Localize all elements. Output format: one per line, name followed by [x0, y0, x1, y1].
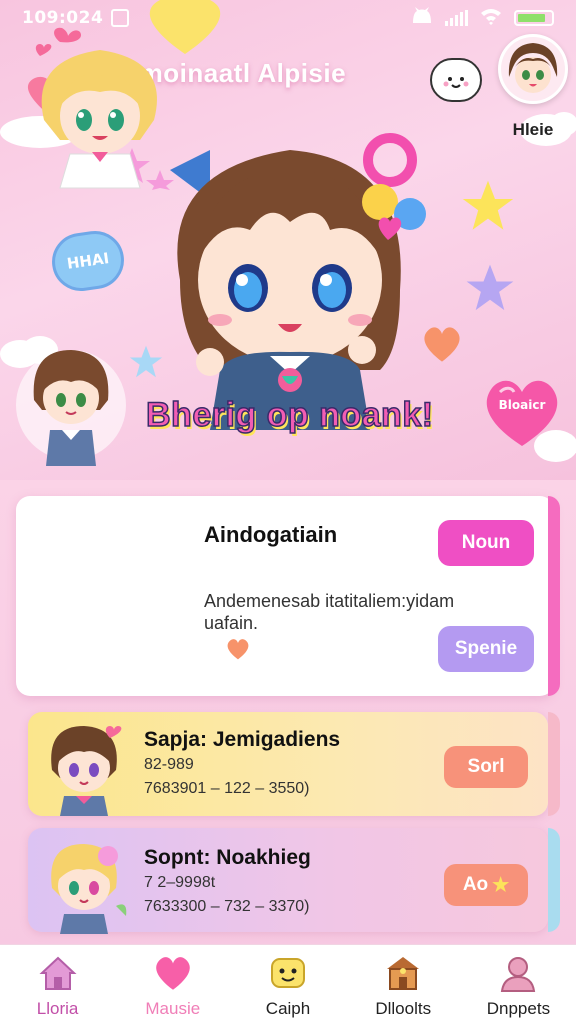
nav-item-chat[interactable]: Caiph	[230, 945, 345, 1024]
battery-icon	[514, 10, 554, 26]
list-item-title: Sapja: Jemigadiens	[144, 728, 341, 751]
nav-label: Caiph	[265, 999, 311, 1018]
profile-name: Hleie	[512, 120, 554, 139]
ao-button[interactable]: Ao ★	[444, 864, 528, 906]
hero-banner: Bherig op noank!	[145, 395, 434, 435]
list-item-subtitle: 82-989	[144, 756, 194, 773]
list-item-detail: 7633300 – 732 – 3370)	[144, 898, 310, 915]
nav-label: Dnppets	[486, 999, 551, 1018]
nav-item-home[interactable]: Lloria	[0, 945, 115, 1024]
nav-label: Dlloolts	[375, 999, 432, 1018]
home-icon	[36, 951, 80, 995]
heart-badge-label: Bloaicr	[498, 398, 546, 412]
list-item-avatar	[51, 844, 127, 934]
profile-icon	[496, 951, 540, 995]
side-character-avatar	[16, 350, 126, 466]
nav-item-profile[interactable]: Dnppets	[461, 945, 576, 1024]
wifi-icon	[480, 7, 502, 30]
star-icon: ★	[492, 874, 510, 896]
status-icons	[411, 6, 554, 30]
featured-card-accent	[548, 496, 560, 696]
featured-character-avatar	[35, 27, 174, 190]
list-item-subtitle: 7 2–9998t	[144, 874, 216, 891]
chat-face-icon	[266, 951, 310, 995]
list-item-accent	[548, 828, 560, 932]
featured-card-title: Aindogatiain	[204, 522, 338, 547]
list-item-avatar	[51, 726, 122, 816]
heart-icon	[227, 639, 249, 660]
nav-label: Lloria	[36, 999, 79, 1018]
nav-label: Mausie	[145, 999, 201, 1018]
sorl-button[interactable]: Sorl	[444, 746, 528, 788]
bottom-navigation: Lloria Mausie Caiph Dlloolts Dnppets	[0, 944, 576, 1024]
nav-item-shop[interactable]: Dlloolts	[346, 945, 461, 1024]
profile-avatar[interactable]	[498, 34, 568, 104]
spenie-button[interactable]: Spenie	[438, 626, 534, 672]
list-item-detail: 7683901 – 122 – 3550)	[144, 780, 310, 797]
ao-button-label: Ao	[462, 874, 489, 895]
cat-icon	[411, 6, 433, 30]
list-item-accent	[548, 712, 560, 816]
heart-icon	[151, 951, 195, 995]
nav-item-favorites[interactable]: Mausie	[115, 945, 230, 1024]
noun-button[interactable]: Noun	[438, 520, 534, 566]
list-item-title: Sopnt: Noakhieg	[144, 846, 311, 869]
signal-icon	[445, 10, 468, 26]
shop-icon	[381, 951, 425, 995]
cloud-face-icon[interactable]	[430, 58, 482, 102]
